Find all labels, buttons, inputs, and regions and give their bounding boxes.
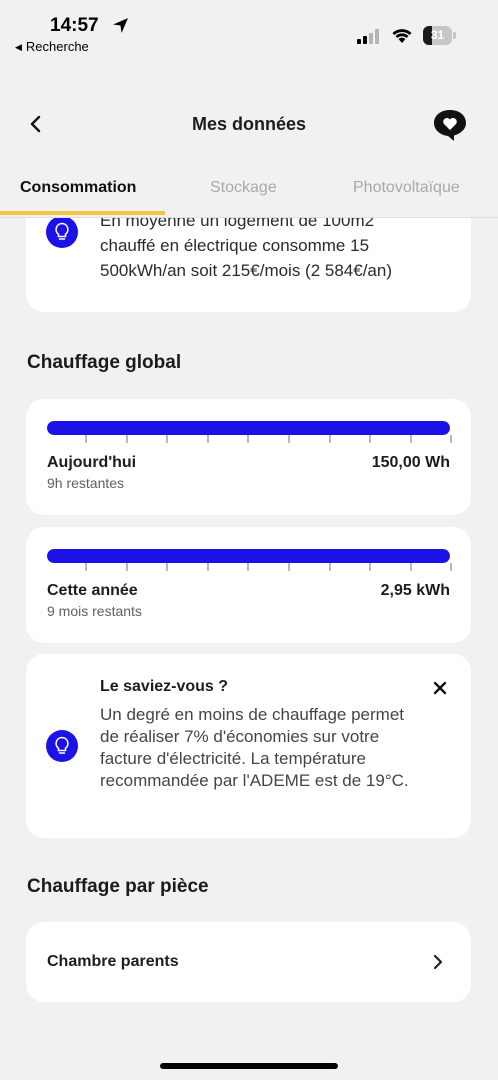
close-icon[interactable] [429,677,451,699]
gauge-tick [409,563,412,571]
gauge-tick [247,435,250,443]
gauge-fill-year [47,549,450,563]
consumption-info-text: En moyenne un logement de 100m2 chauffé … [100,211,393,280]
gauge-tick [85,435,87,443]
back-to-app-link[interactable]: ◀ Recherche [15,39,89,54]
gauge-tick [409,435,412,443]
gauge-tick [328,435,331,443]
gauge-tick [166,563,169,571]
gauge-tick [166,435,169,443]
active-tab-indicator [0,211,165,215]
gauge-tick [288,435,290,443]
gauge-tick [369,563,372,571]
cellular-signal-icon [357,28,382,44]
tab-consommation[interactable]: Consommation [20,179,136,197]
gauge-tick [450,435,453,443]
gauge-tick [125,435,128,443]
gauge-tick [125,563,128,571]
gauge-fill-today [47,421,450,435]
battery-icon: 31 [423,26,456,45]
wifi-icon [392,29,412,43]
gauge-label-year: Cette année [47,582,138,599]
gauge-card-today: Aujourd'hui 9h restantes 150,00 Wh [26,399,471,515]
gauge-tick [206,435,209,443]
section-title-room-heating: Chauffage par pièce [27,876,209,897]
gauge-label-today: Aujourd'hui [47,454,137,471]
gauge-value-year: 2,95 kWh [380,582,450,599]
page-title: Mes données [191,114,307,134]
gauge-remaining-today: 9h restantes [47,475,125,491]
home-indicator[interactable] [160,1063,338,1069]
section-title-global-heating: Chauffage global [27,352,182,373]
gauge-card-year: Cette année 9 mois restants 2,95 kWh [26,527,471,643]
tip-card: Le saviez-vous ? Un degré en moins de ch… [26,654,471,838]
lightbulb-icon [46,216,78,248]
gauge-tick [369,435,372,443]
room-label: Chambre parents [47,953,179,970]
gauge-bar-today [47,421,450,435]
tab-stockage[interactable]: Stockage [210,179,277,197]
gauge-tick [85,563,87,571]
location-arrow-icon [113,18,128,33]
status-time: 14:57 [50,15,99,36]
battery-percent: 31 [430,28,445,42]
room-row-chambre-parents[interactable]: Chambre parents [26,922,471,1002]
status-bar: 14:57 ◀ Recherche 31 [0,0,498,64]
chevron-right-icon [433,954,443,970]
back-app-label: Recherche [25,39,89,54]
tip-text: Un degré en moins de chauffage permet de… [100,705,409,790]
tip-title: Le saviez-vous ? [100,678,229,695]
gauge-bar-year [47,549,450,563]
navigation-bar: Mes données [0,98,498,152]
gauge-tick [450,563,453,571]
back-triangle-icon: ◀ [15,42,22,52]
gauge-value-today: 150,00 Wh [371,454,450,471]
gauge-tick [328,563,331,571]
gauge-tick [288,563,290,571]
heart-chat-icon[interactable] [432,108,468,142]
lightbulb-icon [46,730,78,762]
tab-photovoltaique[interactable]: Photovoltaïque [353,179,460,197]
tab-bar: Consommation Stockage Photovoltaïque [0,168,498,218]
gauge-tick [206,563,209,571]
gauge-tick [247,563,250,571]
gauge-remaining-year: 9 mois restants [47,603,142,619]
